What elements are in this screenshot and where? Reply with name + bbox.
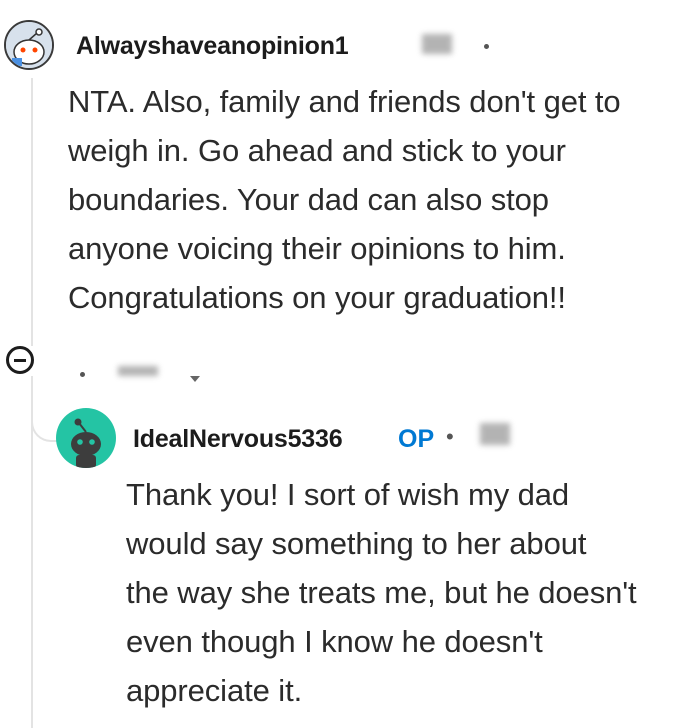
avatar[interactable] [56, 408, 116, 468]
redacted-flair [422, 34, 452, 54]
redacted-timestamp [118, 366, 158, 376]
reply-connector [31, 412, 59, 442]
comment-body: NTA. Also, family and friends don't get … [68, 84, 621, 315]
thread-line [31, 78, 33, 346]
op-badge: OP [398, 425, 435, 453]
redacted-timestamp [480, 423, 510, 445]
separator-dot: • [446, 424, 454, 449]
separator-dot [80, 372, 85, 377]
collapse-thread-icon[interactable] [6, 346, 34, 374]
avatar[interactable] [4, 20, 54, 70]
reddit-snoo-avatar-icon [6, 22, 52, 68]
comment-username[interactable]: Alwayshaveanopinion1 [76, 32, 349, 61]
separator-dot [484, 44, 489, 49]
reply-username[interactable]: IdealNervous5336 [133, 425, 343, 454]
reply-body: Thank you! I sort of wish my dad would s… [126, 477, 637, 708]
reddit-snoo-avatar-icon [71, 418, 101, 468]
chevron-down-icon[interactable] [190, 376, 200, 382]
